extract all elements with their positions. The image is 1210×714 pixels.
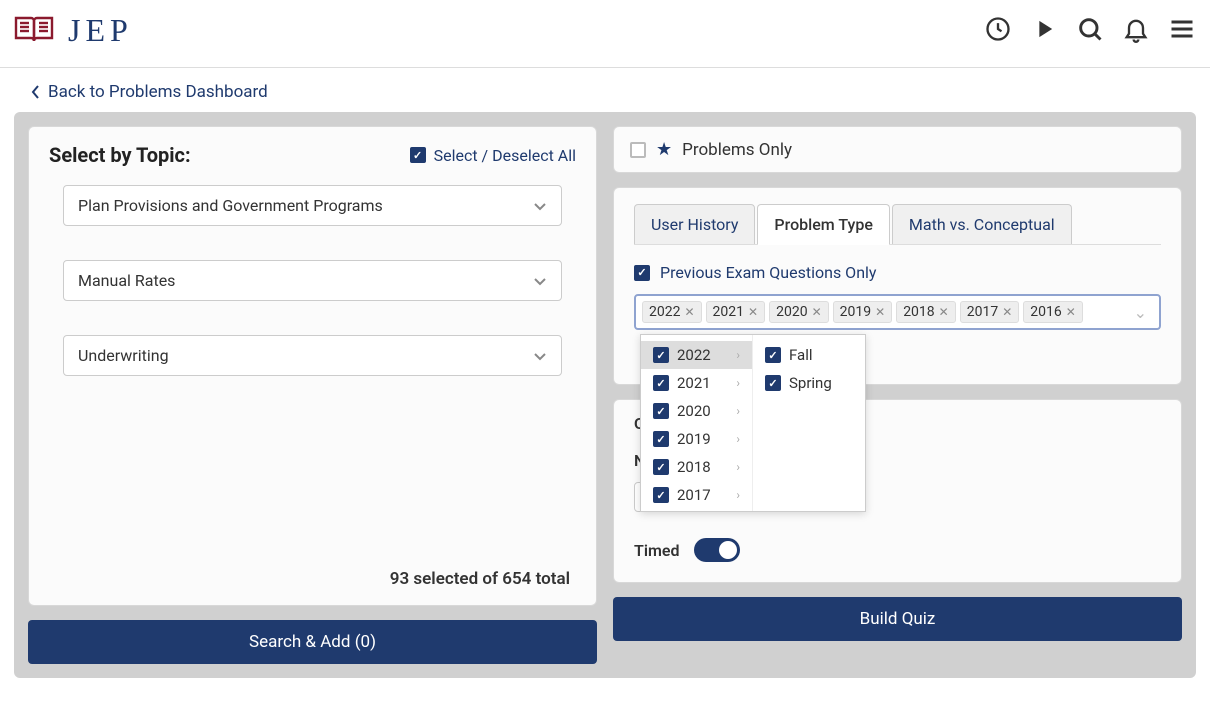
chevron-right-icon: › [736, 404, 740, 418]
chevron-left-icon [30, 84, 42, 100]
tag-remove-icon[interactable]: ✕ [1002, 305, 1012, 319]
chevron-right-icon: › [736, 460, 740, 474]
chevron-down-icon [533, 274, 547, 288]
left-column: Select by Topic: Select / Deselect All P… [28, 126, 597, 664]
app-header: JEP [0, 0, 1210, 68]
select-all-toggle[interactable]: Select / Deselect All [410, 146, 576, 165]
season-column: Fall Spring [753, 335, 865, 511]
year-option[interactable]: 2020› [641, 397, 752, 425]
year-option[interactable]: 2022› [641, 341, 752, 369]
topic-label: Plan Provisions and Government Programs [78, 196, 383, 215]
back-link[interactable]: Back to Problems Dashboard [0, 68, 1210, 112]
topic-panel: Select by Topic: Select / Deselect All P… [28, 126, 597, 606]
chevron-down-icon [533, 199, 547, 213]
year-dropdown: 2022› 2021› 2020› 2019› 2018› 2017› Fall… [640, 334, 866, 512]
year-checkbox[interactable] [653, 487, 669, 503]
prev-exam-row[interactable]: Previous Exam Questions Only [634, 263, 1161, 282]
year-option[interactable]: 2018› [641, 453, 752, 481]
brand-text: JEP [68, 12, 133, 49]
chevron-right-icon: › [736, 432, 740, 446]
problems-only-panel: ★ Problems Only [613, 126, 1182, 173]
tag-remove-icon[interactable]: ✕ [684, 305, 694, 319]
clock-icon[interactable] [984, 15, 1012, 47]
topic-panel-header: Select by Topic: Select / Deselect All [49, 143, 576, 167]
tag-remove-icon[interactable]: ✕ [748, 305, 758, 319]
tab-user-history[interactable]: User History [634, 204, 755, 244]
chevron-right-icon: › [736, 376, 740, 390]
search-add-button[interactable]: Search & Add (0) [28, 620, 597, 664]
year-checkbox[interactable] [653, 459, 669, 475]
logo-group: JEP [14, 12, 133, 49]
tag-remove-icon[interactable]: ✕ [1066, 305, 1076, 319]
right-column: ★ Problems Only User History Problem Typ… [613, 126, 1182, 664]
chevron-right-icon: › [736, 348, 740, 362]
topic-select[interactable]: Underwriting [63, 335, 562, 376]
problems-only-label: Problems Only [682, 140, 792, 160]
season-checkbox[interactable] [765, 347, 781, 363]
problems-only-checkbox[interactable] [630, 142, 646, 158]
problems-only-row[interactable]: ★ Problems Only [630, 139, 1165, 160]
prev-exam-checkbox[interactable] [634, 265, 650, 281]
star-icon: ★ [656, 139, 672, 160]
year-column[interactable]: 2022› 2021› 2020› 2019› 2018› 2017› [641, 335, 753, 511]
book-icon [14, 14, 54, 48]
year-option[interactable]: 2017› [641, 481, 752, 509]
build-quiz-button[interactable]: Build Quiz [613, 597, 1182, 641]
select-all-checkbox[interactable] [410, 147, 426, 163]
year-checkbox[interactable] [653, 403, 669, 419]
tag-remove-icon[interactable]: ✕ [939, 305, 949, 319]
season-option[interactable]: Spring [753, 369, 865, 397]
topic-label: Manual Rates [78, 271, 175, 290]
menu-icon[interactable] [1168, 15, 1196, 47]
prev-exam-label: Previous Exam Questions Only [660, 263, 876, 282]
main-content: Select by Topic: Select / Deselect All P… [14, 112, 1196, 678]
topics-list: Plan Provisions and Government Programs … [49, 185, 576, 555]
year-checkbox[interactable] [653, 375, 669, 391]
year-tag: 2020✕ [769, 301, 829, 323]
year-tag: 2018✕ [896, 301, 956, 323]
timed-label: Timed [634, 541, 680, 560]
filter-panel: User History Problem Type Math vs. Conce… [613, 187, 1182, 385]
select-all-label: Select / Deselect All [434, 146, 576, 165]
year-checkbox[interactable] [653, 347, 669, 363]
topic-panel-title: Select by Topic: [49, 143, 191, 167]
timed-toggle[interactable] [694, 538, 740, 562]
tab-math-conceptual[interactable]: Math vs. Conceptual [892, 204, 1072, 244]
topic-label: Underwriting [78, 346, 169, 365]
year-tag: 2019✕ [833, 301, 893, 323]
year-option[interactable]: 2019› [641, 425, 752, 453]
year-option[interactable]: 2021› [641, 369, 752, 397]
tab-problem-type[interactable]: Problem Type [757, 204, 890, 245]
selection-count: 93 selected of 654 total [49, 569, 576, 589]
bell-icon[interactable] [1122, 15, 1150, 47]
year-checkbox[interactable] [653, 431, 669, 447]
year-tag: 2021✕ [706, 301, 766, 323]
season-checkbox[interactable] [765, 375, 781, 391]
filter-tabs: User History Problem Type Math vs. Conce… [634, 204, 1161, 245]
chevron-right-icon: › [736, 488, 740, 502]
back-link-text: Back to Problems Dashboard [48, 82, 268, 102]
year-tag: 2022✕ [642, 301, 702, 323]
year-multiselect[interactable]: 2022✕ 2021✕ 2020✕ 2019✕ 2018✕ 2017✕ 2016… [634, 294, 1161, 330]
header-actions [984, 15, 1196, 47]
topic-select[interactable]: Manual Rates [63, 260, 562, 301]
season-option[interactable]: Fall [753, 341, 865, 369]
year-tag: 2016✕ [1023, 301, 1083, 323]
chevron-down-icon [533, 349, 547, 363]
tag-remove-icon[interactable]: ✕ [812, 305, 822, 319]
search-icon[interactable] [1076, 15, 1104, 47]
tag-remove-icon[interactable]: ✕ [875, 305, 885, 319]
year-tag: 2017✕ [960, 301, 1020, 323]
play-icon[interactable] [1030, 15, 1058, 47]
topic-select[interactable]: Plan Provisions and Government Programs [63, 185, 562, 226]
timed-row: Timed [634, 538, 1161, 562]
chevron-down-icon[interactable]: ⌄ [1128, 303, 1153, 322]
